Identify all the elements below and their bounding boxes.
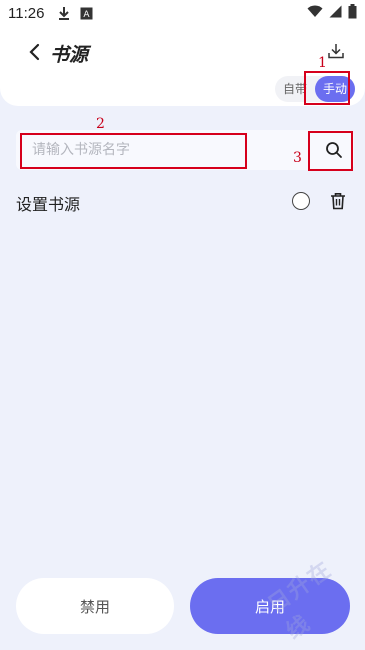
search-button[interactable]: [320, 136, 348, 164]
mode-option-manual[interactable]: 手动: [315, 76, 355, 102]
annotation-number-1: 1: [318, 55, 327, 71]
mode-option-builtin[interactable]: 自带: [275, 76, 315, 102]
download-icon: [327, 42, 345, 60]
search-icon: [325, 141, 343, 159]
wifi-icon: [307, 5, 323, 22]
status-time: 11:26: [8, 5, 44, 22]
back-button[interactable]: [22, 40, 46, 64]
annotation-number-3: 3: [293, 150, 302, 166]
source-radio[interactable]: [292, 192, 310, 210]
app-header: 书源 自带 手动: [0, 26, 365, 106]
delete-button[interactable]: [328, 190, 348, 212]
battery-icon: [348, 4, 357, 23]
search-input[interactable]: [20, 133, 245, 167]
status-bar: 11:26 A: [0, 0, 365, 26]
download-icon: [58, 6, 70, 20]
mode-toggle: 自带 手动: [275, 76, 355, 102]
notification-a-icon: A: [80, 7, 93, 20]
search-bar: [16, 130, 354, 170]
download-button[interactable]: [325, 40, 347, 62]
chevron-left-icon: [28, 43, 40, 61]
svg-text:A: A: [84, 10, 91, 20]
source-label: 设置书源: [16, 191, 80, 215]
disable-button[interactable]: 禁用: [16, 578, 174, 634]
trash-icon: [330, 192, 346, 210]
annotation-number-2: 2: [96, 116, 105, 132]
list-item: 设置书源: [16, 188, 354, 216]
signal-icon: [329, 5, 342, 22]
page-title: 书源: [50, 40, 88, 67]
